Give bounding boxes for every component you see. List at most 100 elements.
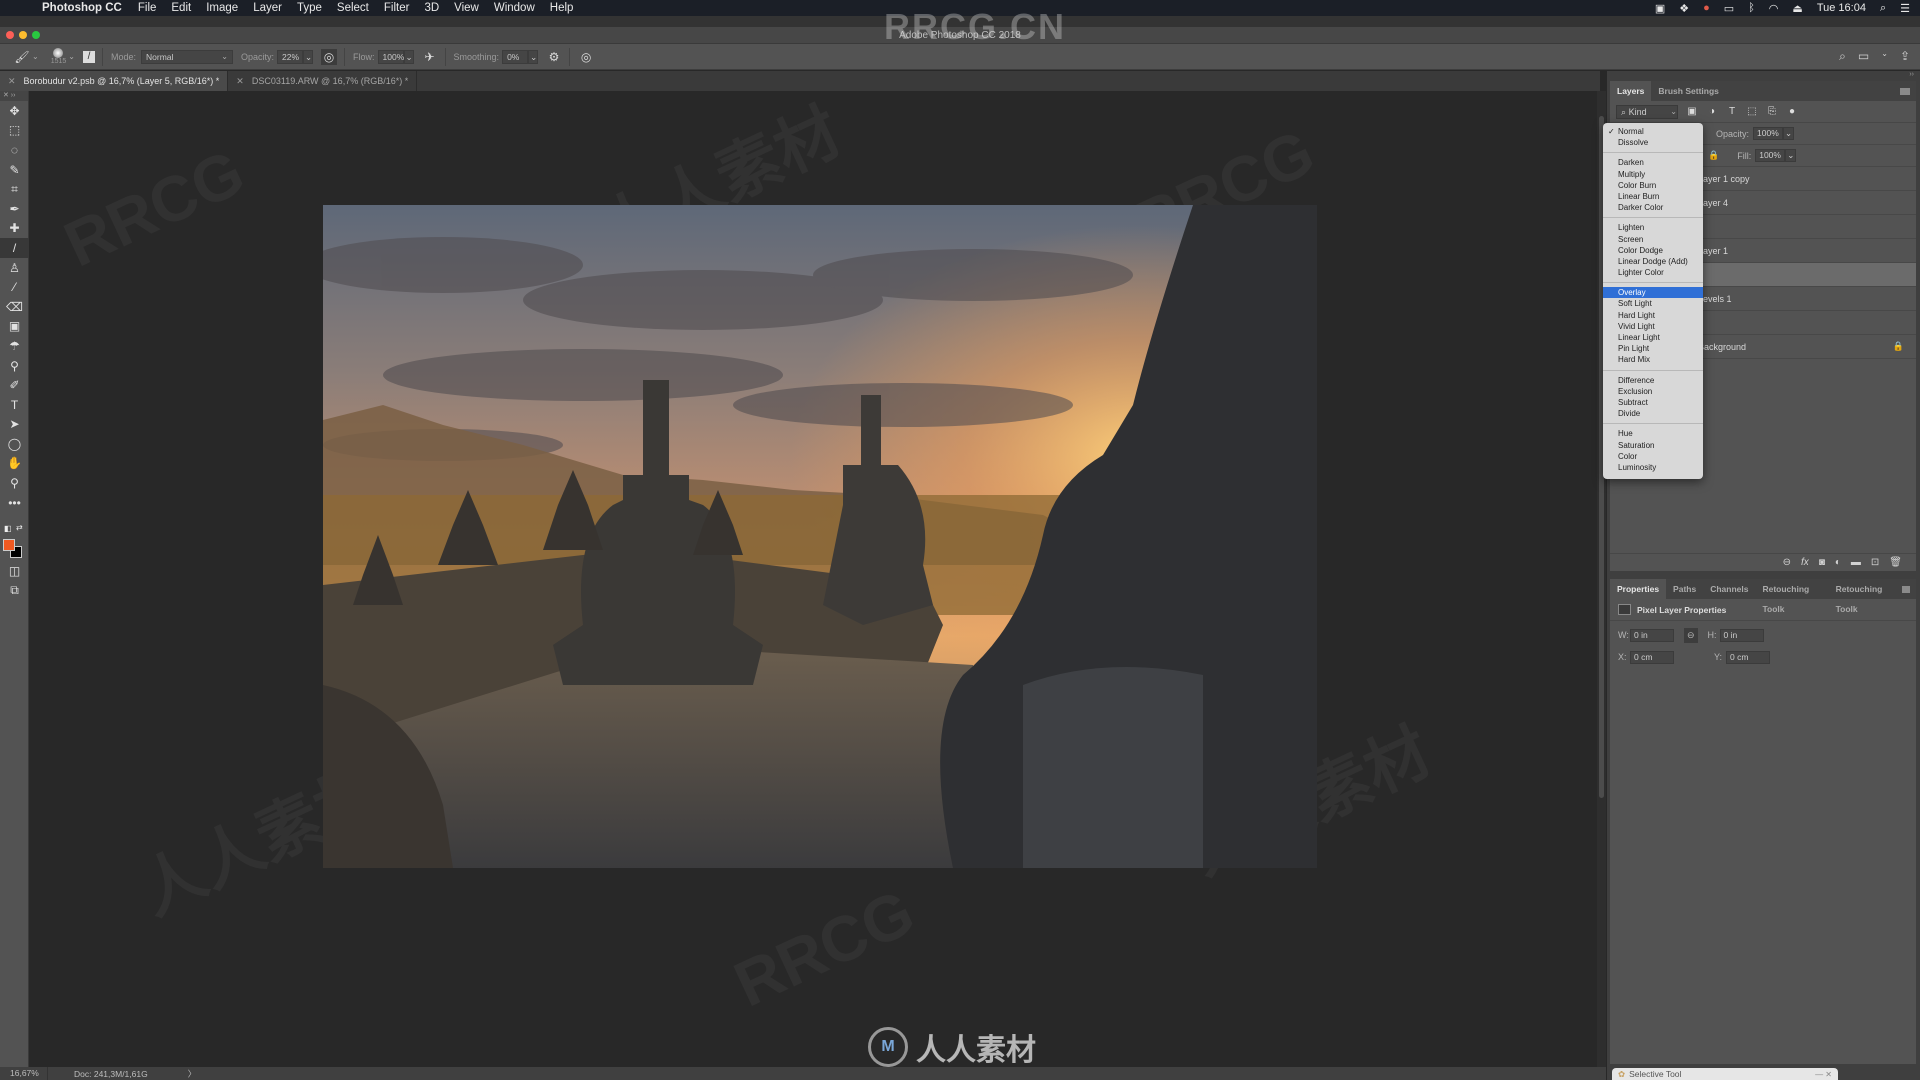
swap-colors-icon[interactable]: ⇄ (16, 523, 23, 532)
new-layer-icon[interactable]: ⊡ (1871, 557, 1879, 568)
dock-collapse-handle[interactable]: ›› (1607, 71, 1920, 79)
blend-mode-option-overlay[interactable]: Overlay (1603, 287, 1703, 299)
menu-image[interactable]: Image (206, 2, 238, 14)
panel-menu-icon[interactable] (1900, 87, 1910, 95)
layer-filter-kind-select[interactable]: ⌕ Kind ⌄ (1616, 104, 1678, 119)
filter-pixel-icon[interactable]: ▣ (1686, 106, 1698, 118)
menu-type[interactable]: Type (297, 2, 322, 14)
width-input[interactable]: 0 in (1630, 628, 1674, 642)
smoothing-options-gear-icon[interactable]: ⚙ (546, 49, 562, 65)
brush-tool-icon[interactable]: / (0, 238, 29, 258)
smoothing-input[interactable]: 0% (502, 49, 529, 64)
history-brush-tool-icon[interactable]: ⁄ (0, 277, 29, 297)
link-layers-icon[interactable]: ⊖ (1783, 557, 1791, 568)
doc-tab-dsc03119[interactable]: ✕ DSC03119.ARW @ 16,7% (RGB/16*) * (228, 71, 418, 91)
blend-mode-option-vivid-light[interactable]: Vivid Light (1603, 321, 1703, 332)
display-icon[interactable]: ▭ (1724, 2, 1734, 15)
flow-dropdown[interactable]: ⌄ (403, 49, 414, 64)
blend-mode-option-luminosity[interactable]: Luminosity (1603, 462, 1703, 473)
menu-window[interactable]: Window (494, 2, 535, 14)
tab-properties[interactable]: Properties (1610, 579, 1667, 599)
blend-mode-option-linear-light[interactable]: Linear Light (1603, 332, 1703, 343)
share-icon[interactable]: ⇪ (1900, 49, 1910, 64)
toolbar-collapse-handle[interactable]: ✕ ›› (0, 91, 28, 101)
close-tab-icon[interactable]: ✕ (236, 76, 244, 87)
lasso-tool-icon[interactable]: ◌ (0, 140, 29, 160)
menu-layer[interactable]: Layer (253, 2, 282, 14)
canvas-area[interactable]: RRCG 人人素材 RRCG 人人素材 RRCG 人人素材 (30, 91, 1597, 1067)
blend-mode-option-darken[interactable]: Darken (1603, 157, 1703, 168)
tab-paths[interactable]: Paths (1666, 579, 1703, 599)
tab-brush-settings[interactable]: Brush Settings (1651, 81, 1725, 101)
menu-help[interactable]: Help (550, 2, 574, 14)
blend-mode-option-linear-dodge-add[interactable]: Linear Dodge (Add) (1603, 256, 1703, 267)
blend-mode-option-normal[interactable]: ✓ Normal (1603, 126, 1703, 137)
default-colors-icon[interactable]: ◧ (4, 524, 12, 533)
quick-selection-tool-icon[interactable]: ✎ (0, 160, 29, 180)
clone-stamp-tool-icon[interactable]: ♙ (0, 258, 29, 278)
blend-mode-option-hue[interactable]: Hue (1603, 428, 1703, 439)
tab-layers[interactable]: Layers (1610, 81, 1652, 101)
path-selection-tool-icon[interactable]: ➤ (0, 415, 29, 435)
workspace-icon[interactable]: ▭ (1858, 49, 1869, 64)
creative-cloud-icon[interactable]: ● (1703, 2, 1710, 14)
lock-icon[interactable]: 🔒 (1708, 150, 1719, 161)
brush-picker-caret[interactable]: ⌄ (68, 52, 75, 61)
zoom-tool-icon[interactable]: ⚲ (0, 473, 29, 493)
pen-tool-icon[interactable]: ✐ (0, 375, 29, 395)
add-mask-icon[interactable]: ◙ (1819, 557, 1825, 568)
status-menu-arrow[interactable]: 〉 (188, 1068, 197, 1080)
brush-preset-icon[interactable]: 🖌 (14, 49, 30, 65)
blend-mode-option-screen[interactable]: Screen (1603, 234, 1703, 245)
blend-mode-option-darker-color[interactable]: Darker Color (1603, 202, 1703, 213)
healing-brush-tool-icon[interactable]: ✚ (0, 219, 29, 239)
filter-shape-icon[interactable]: ⬚ (1746, 106, 1758, 118)
foreground-color-swatch[interactable] (3, 539, 15, 551)
edit-toolbar-icon[interactable]: ••• (0, 493, 29, 513)
notification-center-icon[interactable]: ☰ (1900, 2, 1910, 15)
blend-mode-option-lighter-color[interactable]: Lighter Color (1603, 267, 1703, 278)
tab-channels[interactable]: Channels (1703, 579, 1755, 599)
blend-mode-option-divide[interactable]: Divide (1603, 408, 1703, 419)
pressure-opacity-icon[interactable]: ◎ (321, 48, 338, 65)
blend-mode-option-soft-light[interactable]: Soft Light (1603, 298, 1703, 309)
blend-mode-option-color[interactable]: Color (1603, 451, 1703, 462)
hand-tool-icon[interactable]: ✋ (0, 454, 29, 474)
filter-toggle-icon[interactable]: ● (1786, 106, 1798, 118)
blend-mode-option-saturation[interactable]: Saturation (1603, 440, 1703, 451)
link-dimensions-icon[interactable]: ⊖ (1684, 627, 1698, 643)
layer-opacity-dropdown[interactable]: ⌄ (1783, 127, 1795, 140)
smoothing-dropdown[interactable]: ⌄ (528, 49, 539, 64)
flow-input[interactable]: 100% (377, 49, 404, 64)
menu-view[interactable]: View (454, 2, 479, 14)
menu-filter[interactable]: Filter (384, 2, 410, 14)
new-group-icon[interactable]: ▬ (1851, 557, 1861, 568)
menu-3d[interactable]: 3D (424, 2, 439, 14)
zoom-level[interactable]: 16,67% (0, 1067, 48, 1080)
selective-tool-window-controls[interactable]: — ✕ (1815, 1070, 1832, 1079)
menu-file[interactable]: File (138, 2, 157, 14)
gradient-tool-icon[interactable]: ▣ (0, 317, 29, 337)
workspace-caret-icon[interactable]: ⌄ (1881, 49, 1888, 64)
wifi-icon[interactable]: ◠ (1769, 2, 1779, 15)
quick-mask-icon[interactable]: ◫ (0, 561, 29, 581)
doc-tab-borobudur[interactable]: ✕ Borobudur v2.psb @ 16,7% (Layer 5, RGB… (0, 71, 229, 91)
blend-mode-option-color-dodge[interactable]: Color Dodge (1603, 245, 1703, 256)
dodge-tool-icon[interactable]: ⚲ (0, 356, 29, 376)
blend-mode-option-subtract[interactable]: Subtract (1603, 397, 1703, 408)
delete-layer-icon[interactable]: 🗑 (1889, 557, 1902, 568)
filter-adjustment-icon[interactable]: ◑ (1706, 106, 1718, 118)
filter-smart-object-icon[interactable]: ⎘ (1766, 106, 1778, 118)
eyedropper-tool-icon[interactable]: ✒ (0, 199, 29, 219)
brush-tip-icon[interactable] (53, 47, 64, 58)
filter-type-icon[interactable]: T (1726, 106, 1738, 118)
close-tab-icon[interactable]: ✕ (8, 76, 16, 87)
tab-retouching-toolkit-1[interactable]: Retouching Toolk (1755, 579, 1828, 614)
panel-menu-icon[interactable] (1901, 585, 1910, 593)
ellipse-tool-icon[interactable]: ◯ (0, 434, 29, 454)
airbrush-icon[interactable]: ✈ (422, 49, 438, 65)
y-input[interactable]: 0 cm (1726, 650, 1770, 664)
opacity-dropdown[interactable]: ⌄ (303, 49, 314, 64)
marquee-tool-icon[interactable]: ⬚ (0, 121, 29, 141)
blend-mode-option-lighten[interactable]: Lighten (1603, 222, 1703, 233)
